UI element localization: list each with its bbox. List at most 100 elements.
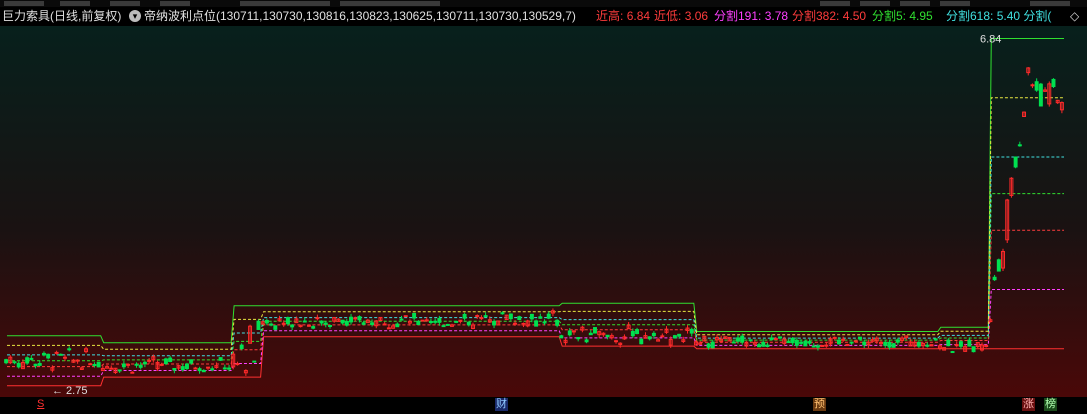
split5-label: 分割5: bbox=[872, 9, 907, 23]
split191-label: 分割191: bbox=[714, 9, 762, 23]
formula-name[interactable]: 帝纳波利点位(130711,130730,130816,130823,13062… bbox=[144, 7, 576, 26]
candle-body bbox=[340, 319, 345, 324]
candle-body bbox=[412, 312, 417, 319]
candle-body bbox=[740, 335, 745, 343]
marker-list[interactable]: 榜 bbox=[1044, 398, 1057, 411]
top-menu-strip bbox=[0, 0, 1087, 7]
candle-body bbox=[748, 339, 753, 342]
candle-body bbox=[773, 338, 778, 341]
chevron-down-icon[interactable]: ▾ bbox=[129, 10, 141, 22]
candle-body bbox=[660, 335, 665, 338]
candle-body bbox=[285, 317, 290, 325]
candle-body bbox=[33, 363, 38, 367]
candle-body bbox=[252, 360, 257, 363]
event-marker-bar: S 财 预 涨 榜 bbox=[0, 397, 1087, 414]
candle-body bbox=[185, 363, 189, 370]
candle-body bbox=[395, 323, 400, 328]
candle-body bbox=[807, 341, 812, 344]
diamond-icon[interactable]: ◇ bbox=[1070, 7, 1079, 26]
candle-body bbox=[441, 325, 446, 328]
candle-body bbox=[849, 341, 854, 344]
candle-body bbox=[778, 336, 783, 339]
candle-body bbox=[954, 344, 959, 347]
recent-high-label: 近高: bbox=[596, 9, 624, 23]
candle-body bbox=[163, 358, 168, 365]
candle-body bbox=[269, 323, 274, 326]
candle-body bbox=[765, 344, 770, 347]
candle-body bbox=[996, 259, 1001, 272]
split-618: 分割618: 5.40 分割( bbox=[946, 7, 1051, 26]
candle-body bbox=[992, 276, 997, 281]
split-191: 分割191: 3.78 bbox=[714, 7, 788, 26]
candle-body bbox=[845, 343, 850, 346]
indicator-info-bar: 巨力索具(日线,前复权) ▾ 帝纳波利点位(130711,130730,1308… bbox=[0, 7, 1087, 26]
candle-body bbox=[92, 364, 97, 367]
candlestick-chart[interactable]: 6.84 ← 2.75 bbox=[0, 26, 1087, 397]
candle-body bbox=[635, 329, 640, 335]
candle-body bbox=[315, 317, 320, 320]
chart-background bbox=[0, 26, 1087, 397]
recent-low-value: 3.06 bbox=[684, 9, 709, 23]
candle-body bbox=[790, 337, 795, 344]
marker-forecast[interactable]: 预 bbox=[813, 398, 826, 411]
candle-body bbox=[853, 340, 858, 343]
candle-body bbox=[210, 368, 215, 371]
candle-body bbox=[328, 325, 332, 328]
candle-body bbox=[142, 361, 147, 365]
split618-value: 5.40 bbox=[996, 9, 1021, 23]
candle-body bbox=[399, 318, 404, 321]
recent-low-label: 近低: bbox=[654, 9, 682, 23]
candle-body bbox=[883, 341, 888, 346]
split-382: 分割382: 4.50 bbox=[792, 7, 866, 26]
candle-body bbox=[16, 362, 21, 368]
candle-body bbox=[820, 344, 825, 347]
candle-body bbox=[799, 341, 804, 344]
candle-body bbox=[201, 369, 206, 373]
candle-body bbox=[121, 363, 126, 368]
candle-body bbox=[63, 356, 67, 359]
candle-body bbox=[731, 341, 736, 344]
candle-body bbox=[811, 345, 816, 348]
candle-body bbox=[290, 324, 295, 328]
candle-body bbox=[420, 319, 425, 322]
recent-low: 近低: 3.06 bbox=[654, 7, 708, 26]
candle-body bbox=[386, 327, 391, 330]
marker-limit-up[interactable]: 涨 bbox=[1022, 398, 1035, 411]
candle-body bbox=[37, 363, 42, 366]
candle-body bbox=[197, 368, 202, 372]
candle-body bbox=[58, 353, 63, 356]
candle-body bbox=[239, 344, 244, 350]
candle-body bbox=[706, 343, 711, 348]
candle-body bbox=[858, 336, 862, 340]
candle-body bbox=[492, 320, 497, 326]
candle-body bbox=[130, 371, 135, 374]
marker-s[interactable]: S bbox=[36, 398, 45, 411]
candle-body bbox=[984, 344, 989, 347]
candle-body bbox=[311, 326, 316, 329]
candle-body bbox=[235, 363, 240, 366]
candle-body bbox=[672, 335, 677, 339]
candle-body bbox=[529, 313, 534, 320]
split382-label: 分割382: bbox=[792, 9, 840, 23]
marker-finance[interactable]: 财 bbox=[495, 398, 508, 411]
candle-body bbox=[46, 353, 51, 359]
candle-body bbox=[437, 318, 442, 323]
candle-body bbox=[159, 363, 164, 366]
candle-body bbox=[483, 315, 488, 318]
candle-body bbox=[891, 343, 896, 348]
candle-body bbox=[794, 339, 799, 346]
candle-body bbox=[134, 363, 139, 366]
candle-body bbox=[761, 341, 766, 347]
candle-body bbox=[786, 341, 791, 344]
candle-body bbox=[172, 367, 177, 371]
candle-body bbox=[319, 320, 324, 324]
candle-body bbox=[1034, 81, 1039, 91]
stock-title[interactable]: 巨力索具(日线,前复权) bbox=[2, 7, 121, 26]
candle-body bbox=[534, 320, 539, 327]
candle-body bbox=[273, 325, 278, 330]
candle-body bbox=[462, 313, 467, 319]
candle-body bbox=[218, 357, 223, 361]
candle-body bbox=[567, 330, 572, 336]
candle-body bbox=[1017, 144, 1022, 147]
candle-body bbox=[29, 357, 34, 360]
